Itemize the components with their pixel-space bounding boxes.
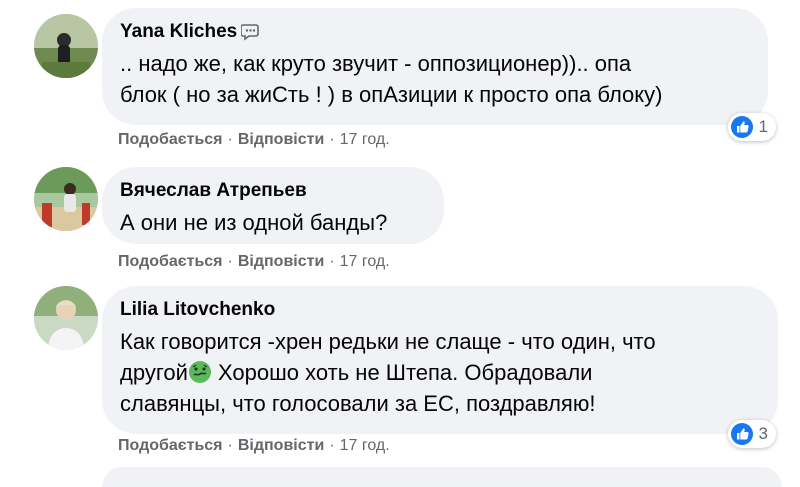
comment-author[interactable]: Yana Kliches — [120, 20, 746, 44]
avatar[interactable] — [34, 167, 98, 231]
avatar-photo — [34, 286, 98, 350]
reply-link[interactable]: Відповісти — [238, 253, 324, 271]
avatar-photo — [34, 14, 98, 78]
comment-bubble: Lilia Litovchenko Как говорится -хрен ре… — [102, 286, 778, 434]
reaction-count[interactable]: 1 — [727, 113, 776, 141]
timestamp[interactable]: 17 год. — [340, 253, 390, 271]
comment-line: славянцы, что голосовали за ЕС, поздравл… — [120, 391, 596, 416]
like-icon — [730, 116, 753, 138]
avatar[interactable] — [34, 14, 98, 78]
reply-link[interactable]: Відповісти — [238, 437, 324, 455]
separator: · — [227, 437, 233, 454]
author-name[interactable]: Yana Kliches — [120, 20, 237, 44]
comment-author[interactable]: Lilia Litovchenko — [120, 298, 756, 322]
comment-actions: Подобається · Відповісти · 17 год. — [118, 253, 390, 271]
nauseated-face-emoji-icon — [188, 361, 211, 383]
timestamp[interactable]: 17 год. — [340, 437, 390, 455]
comment-fragment: другой — [120, 360, 188, 385]
comment-actions: Подобається · Відповісти · 17 год. — [118, 131, 390, 149]
separator: · — [227, 253, 233, 270]
comment-line: блок ( но за жиСть ! ) в опАзиции к прос… — [120, 82, 663, 107]
like-link[interactable]: Подобається — [118, 437, 223, 455]
separator: · — [329, 131, 335, 148]
next-comment-bubble — [102, 467, 782, 487]
timestamp[interactable]: 17 год. — [340, 131, 390, 149]
like-icon — [730, 423, 753, 445]
avatar[interactable] — [34, 286, 98, 350]
author-name[interactable]: Lilia Litovchenko — [120, 298, 275, 322]
comment-bubble: Вячеслав Атрепьев А они не из одной банд… — [102, 167, 444, 244]
comment-author[interactable]: Вячеслав Атрепьев — [120, 179, 422, 203]
comment-line: другой Хорошо хоть не Штепа. Обрадовали — [120, 357, 756, 388]
separator: · — [227, 131, 233, 148]
reaction-count[interactable]: 3 — [727, 420, 776, 448]
comment-text: А они не из одной банды? — [120, 207, 422, 238]
like-link[interactable]: Подобається — [118, 131, 223, 149]
separator: · — [329, 253, 335, 270]
comment-bubble: Yana Kliches .. надо же, как круто звучи… — [102, 8, 768, 125]
message-badge-icon — [241, 24, 260, 41]
comment-line: .. надо же, как круто звучит - оппозицио… — [120, 51, 632, 76]
reaction-number: 3 — [758, 424, 768, 443]
author-name[interactable]: Вячеслав Атрепьев — [120, 179, 307, 203]
avatar-photo — [34, 167, 98, 231]
comment-line: Как говорится -хрен редьки не слаще - чт… — [120, 329, 656, 354]
comment-line: А они не из одной банды? — [120, 210, 388, 235]
comment-actions: Подобається · Відповісти · 17 год. — [118, 437, 390, 455]
separator: · — [329, 437, 335, 454]
reply-link[interactable]: Відповісти — [238, 131, 324, 149]
comment-text: Как говорится -хрен редьки не слаще - чт… — [120, 326, 756, 419]
comment-fragment: Хорошо хоть не Штепа. Обрадовали — [211, 360, 593, 385]
reaction-number: 1 — [758, 117, 768, 136]
like-link[interactable]: Подобається — [118, 253, 223, 271]
comment-text: .. надо же, как круто звучит - оппозицио… — [120, 48, 746, 110]
